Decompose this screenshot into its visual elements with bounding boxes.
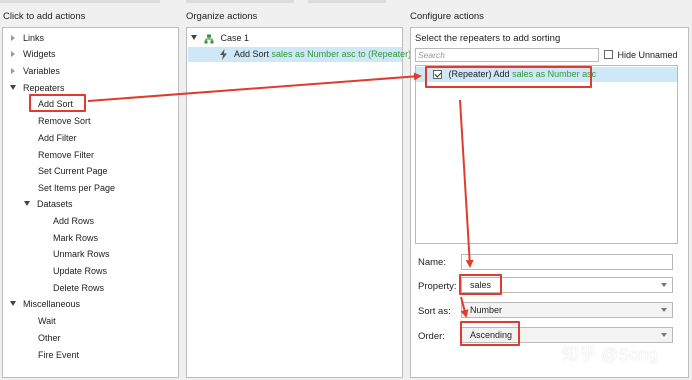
expand-arrow-icon[interactable] — [11, 50, 15, 57]
tree-miscellaneous[interactable]: Miscellaneous — [10, 297, 80, 311]
name-input[interactable] — [461, 254, 673, 270]
sort-as-select[interactable]: Number — [461, 302, 673, 318]
annotation-box-property — [459, 274, 502, 295]
action-set-current-page[interactable]: Set Current Page — [38, 164, 108, 178]
top-edge-mid — [186, 0, 294, 3]
action-add-rows[interactable]: Add Rows — [53, 214, 94, 228]
action-add-filter[interactable]: Add Filter — [38, 131, 77, 145]
chevron-down-icon[interactable] — [661, 333, 667, 337]
tree-repeaters[interactable]: Repeaters — [10, 81, 65, 95]
actions-tree-panel: Links Widgets Variables Repeaters Add So… — [2, 27, 179, 378]
tree-widgets[interactable]: Widgets — [11, 47, 56, 61]
order-label: Order: — [418, 331, 445, 342]
action-remove-filter[interactable]: Remove Filter — [38, 148, 94, 162]
collapse-arrow-icon[interactable] — [10, 301, 16, 307]
tree-variables[interactable]: Variables — [11, 64, 60, 78]
chevron-down-icon[interactable] — [661, 283, 667, 287]
organize-actions-panel: Case 1 Add Sort sales as Number asc to (… — [186, 27, 411, 378]
action-update-rows[interactable]: Update Rows — [53, 264, 107, 278]
collapse-arrow-icon[interactable] — [10, 85, 16, 91]
action-wait[interactable]: Wait — [38, 314, 56, 328]
hide-unnamed-checkbox[interactable]: Hide Unnamed — [604, 49, 678, 60]
collapse-arrow-icon[interactable] — [24, 201, 30, 207]
repeater-list: (Repeater) Add sales as Number asc — [415, 65, 678, 244]
case-icon — [204, 34, 214, 44]
search-placeholder: Search — [418, 50, 445, 60]
right-header: Configure actions — [410, 11, 484, 22]
expand-arrow-icon[interactable] — [11, 34, 15, 41]
case-row[interactable]: Case 1 — [191, 31, 249, 45]
name-label: Name: — [418, 257, 446, 268]
middle-header: Organize actions — [186, 11, 258, 22]
collapse-arrow-icon[interactable] — [191, 35, 197, 41]
top-edge-right — [308, 0, 386, 3]
action-mark-rows[interactable]: Mark Rows — [53, 231, 98, 245]
action-row-add-sort[interactable]: Add Sort sales as Number asc to (Repeate… — [219, 47, 411, 61]
search-input[interactable]: Search — [415, 48, 599, 62]
action-fire-event[interactable]: Fire Event — [38, 348, 79, 362]
action-other[interactable]: Other — [38, 331, 61, 345]
action-set-items-per-page[interactable]: Set Items per Page — [38, 181, 115, 195]
repeater-select-title: Select the repeaters to add sorting — [415, 33, 561, 44]
tree-links[interactable]: Links — [11, 31, 44, 45]
lightning-icon — [220, 49, 227, 61]
top-edge-left — [0, 0, 160, 3]
property-label: Property: — [418, 281, 457, 292]
checkbox-icon[interactable] — [604, 50, 613, 60]
annotation-box-order — [460, 321, 520, 346]
action-delete-rows[interactable]: Delete Rows — [53, 281, 104, 295]
action-remove-sort[interactable]: Remove Sort — [38, 114, 91, 128]
left-header: Click to add actions — [3, 11, 86, 22]
tree-datasets[interactable]: Datasets — [24, 197, 73, 211]
annotation-box-repeater-item — [425, 66, 592, 88]
chevron-down-icon[interactable] — [661, 308, 667, 312]
sort-as-label: Sort as: — [418, 306, 451, 317]
watermark: 知乎 @Song — [562, 345, 658, 364]
annotation-box-add-sort — [29, 94, 86, 112]
expand-arrow-icon[interactable] — [11, 67, 15, 74]
action-unmark-rows[interactable]: Unmark Rows — [53, 247, 110, 261]
